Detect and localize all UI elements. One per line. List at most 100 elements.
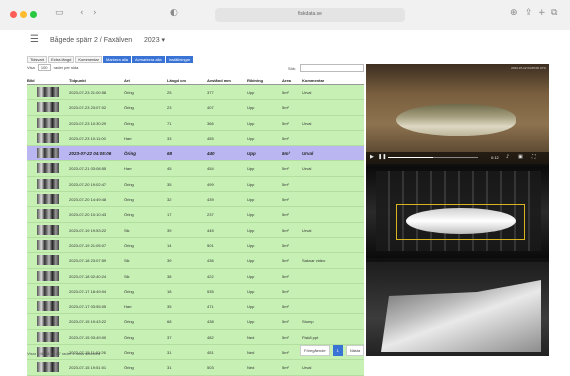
table-row[interactable]: 2023-07-23 21:00:58 Öring 25 377 Upp 5m² Urval: [27, 85, 364, 101]
cell-langd: 23: [167, 105, 172, 111]
fish-thumbnail[interactable]: [37, 102, 59, 113]
select-all-button[interactable]: Markera alla: [103, 56, 132, 63]
detection-box: [396, 204, 525, 240]
pause-icon[interactable]: ❚❚: [378, 154, 386, 160]
fullscreen-icon[interactable]: ⛶: [532, 154, 536, 160]
year-select[interactable]: 2023 ▾: [144, 37, 165, 44]
video-progress-bar[interactable]: [388, 157, 478, 158]
page-1-button[interactable]: 1: [332, 345, 343, 356]
cell-avstand: 503: [207, 365, 214, 371]
header-tidpunkt[interactable]: Tidpunkt: [69, 78, 86, 83]
chevron-left-icon[interactable]: ‹: [80, 8, 84, 18]
header-kommentar[interactable]: Kommentar: [302, 78, 324, 83]
tab-tidsvart[interactable]: Tidsvart: [27, 56, 48, 63]
table-row[interactable]: 2023-07-23 10:30:29 Öring 71 366 Upp 5m² Urval: [27, 115, 364, 131]
cell-area: 5m²: [282, 135, 289, 141]
table-row[interactable]: 2023-07-20 14:49:48 Öring 32 439 Upp 5m²: [27, 192, 364, 208]
fish-thumbnail[interactable]: [37, 194, 59, 205]
privacy-shield-icon[interactable]: ◐: [170, 8, 178, 18]
deselect-all-button[interactable]: Avmarkera alla: [132, 56, 165, 63]
close-window-button[interactable]: [10, 11, 17, 18]
cell-art: Öring: [124, 365, 134, 371]
fish-thumbnail[interactable]: [37, 132, 59, 143]
chevron-right-icon[interactable]: ›: [93, 8, 97, 18]
hamburger-icon[interactable]: ☰: [30, 34, 39, 45]
fish-thumbnail[interactable]: [37, 362, 59, 373]
table-row[interactable]: 2023-07-20 19:02:47 Öring 35 499 Upp 5m²: [27, 176, 364, 193]
header-riktning[interactable]: Riktning: [247, 78, 263, 83]
fish-thumbnail[interactable]: [37, 316, 59, 327]
video-progress-fill: [388, 157, 433, 158]
table-row[interactable]: 2023-07-17 18:49:04 Öring 18 535 Upp 5m²: [27, 283, 364, 300]
depth-map: [381, 280, 541, 352]
cell-time: 2023-07-15 19:43:22: [69, 319, 107, 325]
table-row[interactable]: 2023-07-15 19:51:01 Öring 31 503 Ned 5m² Urval: [27, 360, 364, 376]
table-row[interactable]: 2023-07-18 23:07:59 Sik 39 436 Upp 5m² Saknar …: [27, 253, 364, 269]
table-row[interactable]: 2023-07-15 03:49:00 Öring 37 482 Ned 5m² Fisk8…: [27, 329, 364, 346]
tab-kommentar[interactable]: Kommentar: [75, 56, 102, 63]
header-langd[interactable]: Längd cm: [167, 78, 186, 83]
next-page-button[interactable]: Nästa: [345, 345, 365, 356]
table-row[interactable]: 2023-07-18 02:40:24 Sik 38 422 Upp 5m²: [27, 268, 364, 284]
pagination: Föregående 1 Nästa: [300, 345, 365, 356]
table-row[interactable]: 2023-07-22 04:05:06 Öring 68 440 Upp 5m² Urval: [27, 146, 364, 162]
media-pane: 2023-07-22 04:05:06 UTC ▶ ❚❚ 0:12 ♪ ▣ ⛶: [366, 64, 549, 356]
cell-riktning: Upp: [247, 151, 256, 157]
address-bar[interactable]: fiskdata.se: [215, 8, 405, 22]
cell-langd: 68: [167, 319, 172, 325]
table-row[interactable]: 2023-07-20 10:10:43 Öring 17 237 Upp 5m²: [27, 207, 364, 223]
header-area[interactable]: Area: [282, 78, 291, 83]
cell-langd: 71: [167, 120, 172, 126]
page-title: Bågede spärr 2 / Faxälven 2023 ▾: [50, 36, 165, 44]
maximize-window-button[interactable]: [30, 11, 37, 18]
header-bild[interactable]: Bild: [27, 78, 35, 83]
cell-langd: 38: [167, 273, 172, 279]
cell-area: 5m²: [282, 181, 289, 187]
table-row[interactable]: 2023-07-23 10:11:00 Harr 33 455 Upp 5m²: [27, 130, 364, 147]
fish-thumbnail[interactable]: [37, 239, 59, 250]
table-row[interactable]: 2023-07-23 23:07:02 Öring 23 407 Upp 5m²: [27, 100, 364, 116]
tab-overview-icon[interactable]: ⧉: [551, 8, 557, 18]
share-icon[interactable]: ⇪: [525, 8, 533, 18]
cell-area: 5m²: [282, 258, 289, 264]
cell-avstand: 451: [207, 350, 214, 356]
header-art[interactable]: Art: [124, 78, 130, 83]
fish-thumbnail[interactable]: [37, 270, 59, 281]
settings-button[interactable]: Inställningar: [165, 56, 194, 63]
fish-thumbnail[interactable]: [37, 255, 59, 266]
fish-thumbnail[interactable]: [37, 178, 59, 189]
fish-thumbnail[interactable]: [37, 301, 59, 312]
cell-time: 2023-07-20 19:02:47: [69, 181, 107, 187]
page-size-select[interactable]: 100: [37, 64, 51, 71]
search-input[interactable]: [300, 64, 364, 72]
cell-kommentar: Urval: [302, 90, 312, 95]
video-player[interactable]: 2023-07-22 04:05:06 UTC ▶ ❚❚ 0:12 ♪ ▣ ⛶: [366, 64, 549, 164]
fish-thumbnail[interactable]: [37, 285, 59, 296]
fish-thumbnail[interactable]: [37, 209, 59, 220]
table-row[interactable]: 2023-07-17 03:55:05 Harr 35 471 Upp 5m²: [27, 299, 364, 315]
cell-avstand: 501: [207, 242, 214, 248]
fish-thumbnail[interactable]: [37, 117, 59, 128]
table-row[interactable]: 2023-07-19 19:53:22 Sik 39 445 Upp 5m² Urval: [27, 222, 364, 238]
minimize-window-button[interactable]: [20, 11, 27, 18]
cell-time: 2023-07-23 10:30:29: [69, 120, 107, 126]
pip-icon[interactable]: ▣: [518, 154, 523, 160]
download-icon[interactable]: ⊕: [510, 8, 518, 18]
cell-avstand: 439: [207, 197, 214, 203]
cell-riktning: Upp: [247, 197, 255, 203]
table-row[interactable]: 2023-07-19 21:05:07 Öring 14 501 Upp 5m²: [27, 237, 364, 254]
volume-icon[interactable]: ♪: [506, 154, 509, 160]
prev-page-button[interactable]: Föregående: [300, 345, 330, 356]
fish-thumbnail[interactable]: [37, 331, 59, 342]
tab-extra-langd[interactable]: Extra längd: [48, 56, 75, 63]
fish-thumbnail[interactable]: [37, 224, 59, 235]
table-row[interactable]: 2023-07-21 03:08:55 Harr 45 454 Upp 5m² Urval: [27, 161, 364, 177]
table-row[interactable]: 2023-07-15 19:43:22 Öring 68 438 Upp 5m² Stump: [27, 314, 364, 330]
new-tab-icon[interactable]: +: [538, 8, 546, 18]
sidebar-toggle-icon[interactable]: ▭: [55, 8, 64, 18]
header-avstand[interactable]: Avstånd mm: [207, 78, 231, 83]
play-icon[interactable]: ▶: [370, 154, 374, 160]
fish-thumbnail[interactable]: [37, 148, 59, 159]
fish-thumbnail[interactable]: [37, 163, 59, 174]
fish-thumbnail[interactable]: [37, 87, 59, 97]
